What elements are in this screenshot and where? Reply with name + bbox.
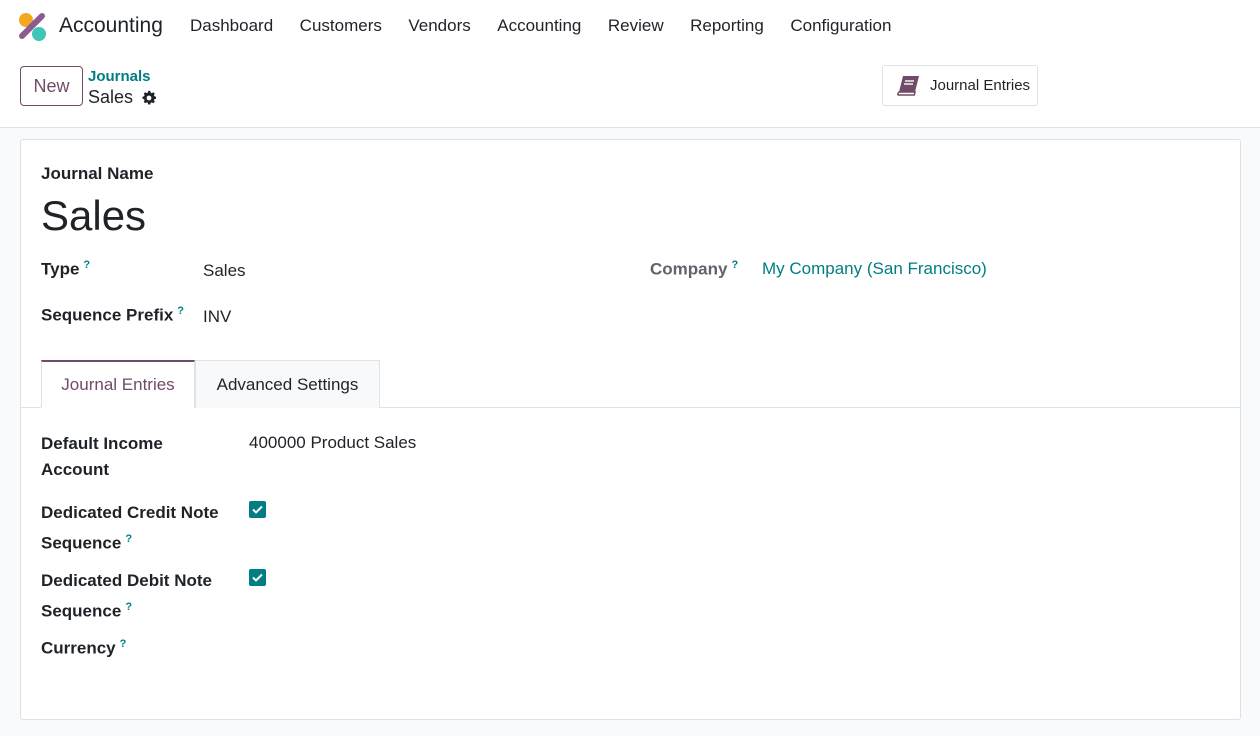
- tab-journal-entries[interactable]: Journal Entries: [41, 360, 195, 408]
- credit-note-sequence-label: Dedicated Credit Note Sequence?: [41, 500, 219, 557]
- checkmark-icon: [252, 505, 263, 514]
- default-income-account-label-line2: Account: [41, 460, 109, 479]
- type-label: Type?: [41, 259, 90, 280]
- form-sheet: Journal Name Sales Type? Sales Sequence …: [20, 139, 1241, 720]
- menu-accounting[interactable]: Accounting: [497, 16, 581, 36]
- company-link[interactable]: My Company (San Francisco): [762, 259, 987, 279]
- currency-help-icon[interactable]: ?: [120, 638, 127, 650]
- default-income-account-label: Default Income Account: [41, 431, 163, 483]
- menu-dashboard[interactable]: Dashboard: [190, 16, 273, 36]
- company-label-text: Company: [650, 259, 728, 279]
- journal-name-label: Journal Name: [41, 164, 154, 183]
- main-menu: Dashboard Customers Vendors Accounting R…: [190, 16, 918, 36]
- accounting-app-icon[interactable]: [18, 12, 48, 42]
- debit-note-label-line1: Dedicated Debit Note: [41, 571, 212, 590]
- top-navbar: Accounting Dashboard Customers Vendors A…: [0, 0, 1260, 54]
- debit-note-label-line2: Sequence: [41, 601, 122, 621]
- default-income-account-field[interactable]: 400000 Product Sales: [249, 433, 416, 453]
- breadcrumb-journals[interactable]: Journals: [88, 68, 151, 85]
- debit-note-checkbox[interactable]: [249, 569, 266, 586]
- credit-note-label-line2: Sequence: [41, 533, 122, 553]
- tab-advanced-settings[interactable]: Advanced Settings: [195, 360, 380, 408]
- breadcrumb-current: Sales: [88, 87, 157, 108]
- journal-entries-label: Journal Entries: [930, 77, 1031, 94]
- currency-label-text: Currency: [41, 638, 116, 658]
- menu-vendors[interactable]: Vendors: [408, 16, 470, 36]
- gear-icon[interactable]: [141, 90, 157, 106]
- control-panel: New Journals Sales Journal Entries: [0, 54, 1260, 128]
- company-label: Company?: [650, 259, 738, 280]
- journal-name-field[interactable]: Sales: [41, 192, 146, 240]
- new-button[interactable]: New: [20, 66, 83, 106]
- app-title[interactable]: Accounting: [59, 14, 163, 38]
- credit-note-help-icon[interactable]: ?: [125, 533, 132, 545]
- checkmark-icon: [252, 573, 263, 582]
- type-label-text: Type: [41, 259, 80, 279]
- book-icon: [897, 75, 919, 96]
- debit-note-sequence-label: Dedicated Debit Note Sequence?: [41, 568, 212, 625]
- menu-configuration[interactable]: Configuration: [790, 16, 891, 36]
- sequence-prefix-label: Sequence Prefix?: [41, 305, 184, 326]
- debit-note-help-icon[interactable]: ?: [125, 601, 132, 613]
- default-income-account-label-line1: Default Income: [41, 434, 163, 453]
- type-field[interactable]: Sales: [203, 261, 246, 281]
- sequence-prefix-help-icon[interactable]: ?: [177, 305, 184, 317]
- menu-customers[interactable]: Customers: [300, 16, 382, 36]
- sequence-prefix-field[interactable]: INV: [203, 307, 231, 327]
- currency-field[interactable]: [249, 638, 549, 660]
- company-help-icon[interactable]: ?: [731, 259, 738, 271]
- journal-entries-smart-button[interactable]: Journal Entries: [882, 65, 1038, 106]
- credit-note-label-line1: Dedicated Credit Note: [41, 503, 219, 522]
- menu-reporting[interactable]: Reporting: [690, 16, 764, 36]
- currency-label: Currency?: [41, 638, 126, 659]
- type-help-icon[interactable]: ?: [83, 259, 90, 271]
- menu-review[interactable]: Review: [608, 16, 664, 36]
- credit-note-checkbox[interactable]: [249, 501, 266, 518]
- sequence-prefix-label-text: Sequence Prefix: [41, 305, 174, 325]
- breadcrumb-current-label: Sales: [88, 87, 134, 107]
